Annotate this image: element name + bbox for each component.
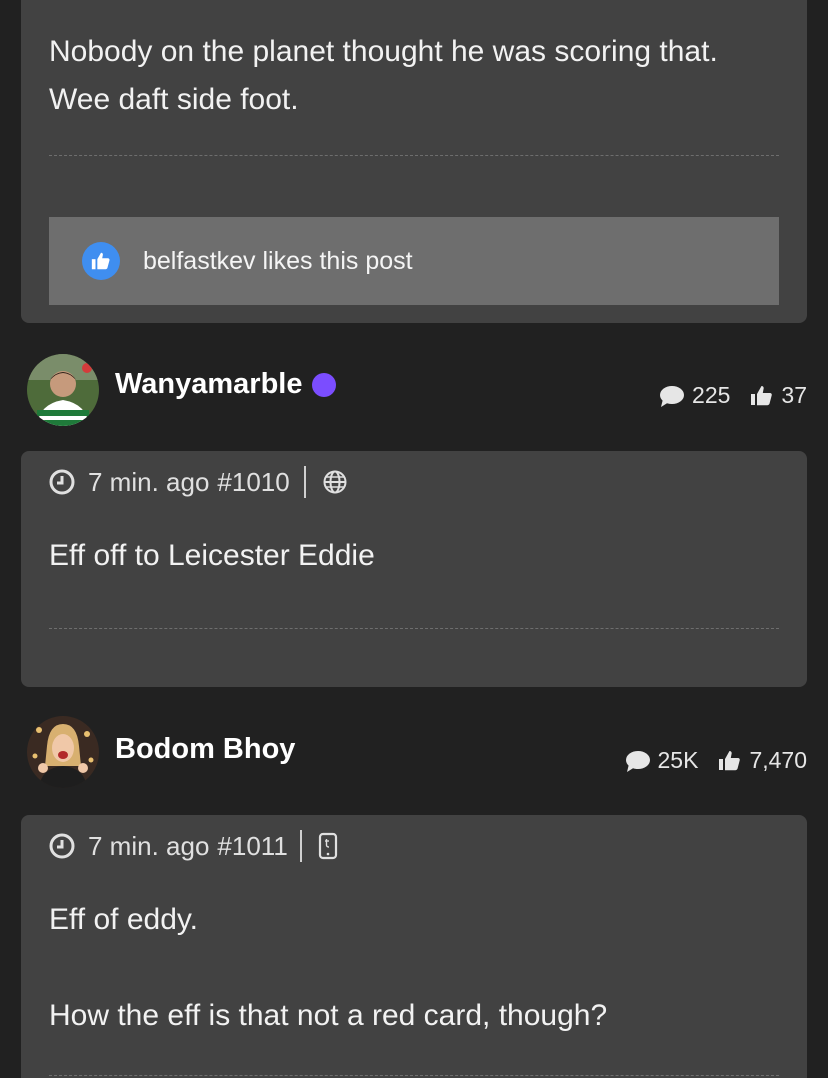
post-divider bbox=[49, 155, 779, 156]
username-text[interactable]: Bodom Bhoy bbox=[115, 733, 295, 766]
meta-separator bbox=[303, 466, 306, 498]
meta-separator bbox=[299, 830, 302, 862]
post-meta: 7 min. ago #1011 bbox=[49, 829, 338, 863]
post-time[interactable]: 7 min. ago bbox=[88, 467, 209, 498]
globe-icon bbox=[323, 470, 347, 494]
clock-icon bbox=[49, 833, 75, 859]
clock-icon bbox=[49, 469, 75, 495]
avatar[interactable] bbox=[27, 716, 99, 788]
forum-thread: Nobody on the planet thought he was scor… bbox=[0, 0, 828, 1078]
thumbs-up-icon bbox=[719, 750, 741, 770]
speech-bubble-icon bbox=[660, 385, 685, 407]
username[interactable]: Bodom Bhoy bbox=[115, 733, 295, 766]
thumbs-up-icon bbox=[82, 242, 120, 280]
post-number[interactable]: #1011 bbox=[217, 831, 287, 862]
like-count: 37 bbox=[781, 382, 807, 408]
post-author-row: Bodom Bhoy 25K 7,470 bbox=[0, 714, 828, 794]
thumbs-up-icon bbox=[751, 385, 773, 405]
post-body: Eff off to Leicester Eddie bbox=[49, 532, 779, 580]
post-count: 225 bbox=[692, 382, 731, 408]
like-count: 7,470 bbox=[749, 747, 807, 773]
mobile-icon bbox=[318, 832, 337, 860]
user-stats: 225 37 bbox=[659, 382, 807, 409]
post-meta: 7 min. ago #1010 bbox=[49, 465, 348, 499]
post-count-stat: 225 bbox=[659, 382, 730, 409]
post-divider bbox=[49, 1075, 779, 1076]
post-body: Nobody on the planet thought he was scor… bbox=[49, 28, 779, 124]
likes-box[interactable]: belfastkev likes this post bbox=[49, 217, 779, 305]
post-body: Eff of eddy. How the eff is that not a r… bbox=[49, 896, 779, 1040]
post-text-line: How the eff is that not a red card, thou… bbox=[49, 999, 608, 1032]
post-text-line: Wee daft side foot. bbox=[49, 83, 299, 116]
avatar[interactable] bbox=[27, 354, 99, 426]
post-text-line: Eff off to Leicester Eddie bbox=[49, 539, 375, 572]
post-number[interactable]: #1010 bbox=[217, 467, 289, 498]
likes-text[interactable]: belfastkev likes this post bbox=[143, 247, 413, 276]
post-author-row: Wanyamarble 225 37 bbox=[0, 350, 828, 430]
post-text-line: Nobody on the planet thought he was scor… bbox=[49, 35, 718, 68]
post-card-1011: 7 min. ago #1011 Eff of eddy. How the ef… bbox=[21, 815, 807, 1078]
online-status-dot bbox=[311, 372, 336, 397]
like-count-stat: 7,470 bbox=[718, 747, 807, 774]
username[interactable]: Wanyamarble bbox=[115, 368, 336, 401]
speech-bubble-icon bbox=[625, 750, 650, 772]
post-divider bbox=[49, 628, 779, 629]
post-card-previous: Nobody on the planet thought he was scor… bbox=[21, 0, 807, 323]
user-stats: 25K 7,470 bbox=[625, 747, 807, 774]
post-time[interactable]: 7 min. ago bbox=[88, 831, 209, 862]
post-card-1010: 7 min. ago #1010 Eff off to Leicester Ed… bbox=[21, 451, 807, 687]
post-count: 25K bbox=[657, 747, 699, 773]
post-count-stat: 25K bbox=[625, 747, 699, 774]
like-count-stat: 37 bbox=[750, 382, 807, 409]
username-text[interactable]: Wanyamarble bbox=[115, 368, 303, 401]
post-text-line: Eff of eddy. bbox=[49, 903, 198, 936]
